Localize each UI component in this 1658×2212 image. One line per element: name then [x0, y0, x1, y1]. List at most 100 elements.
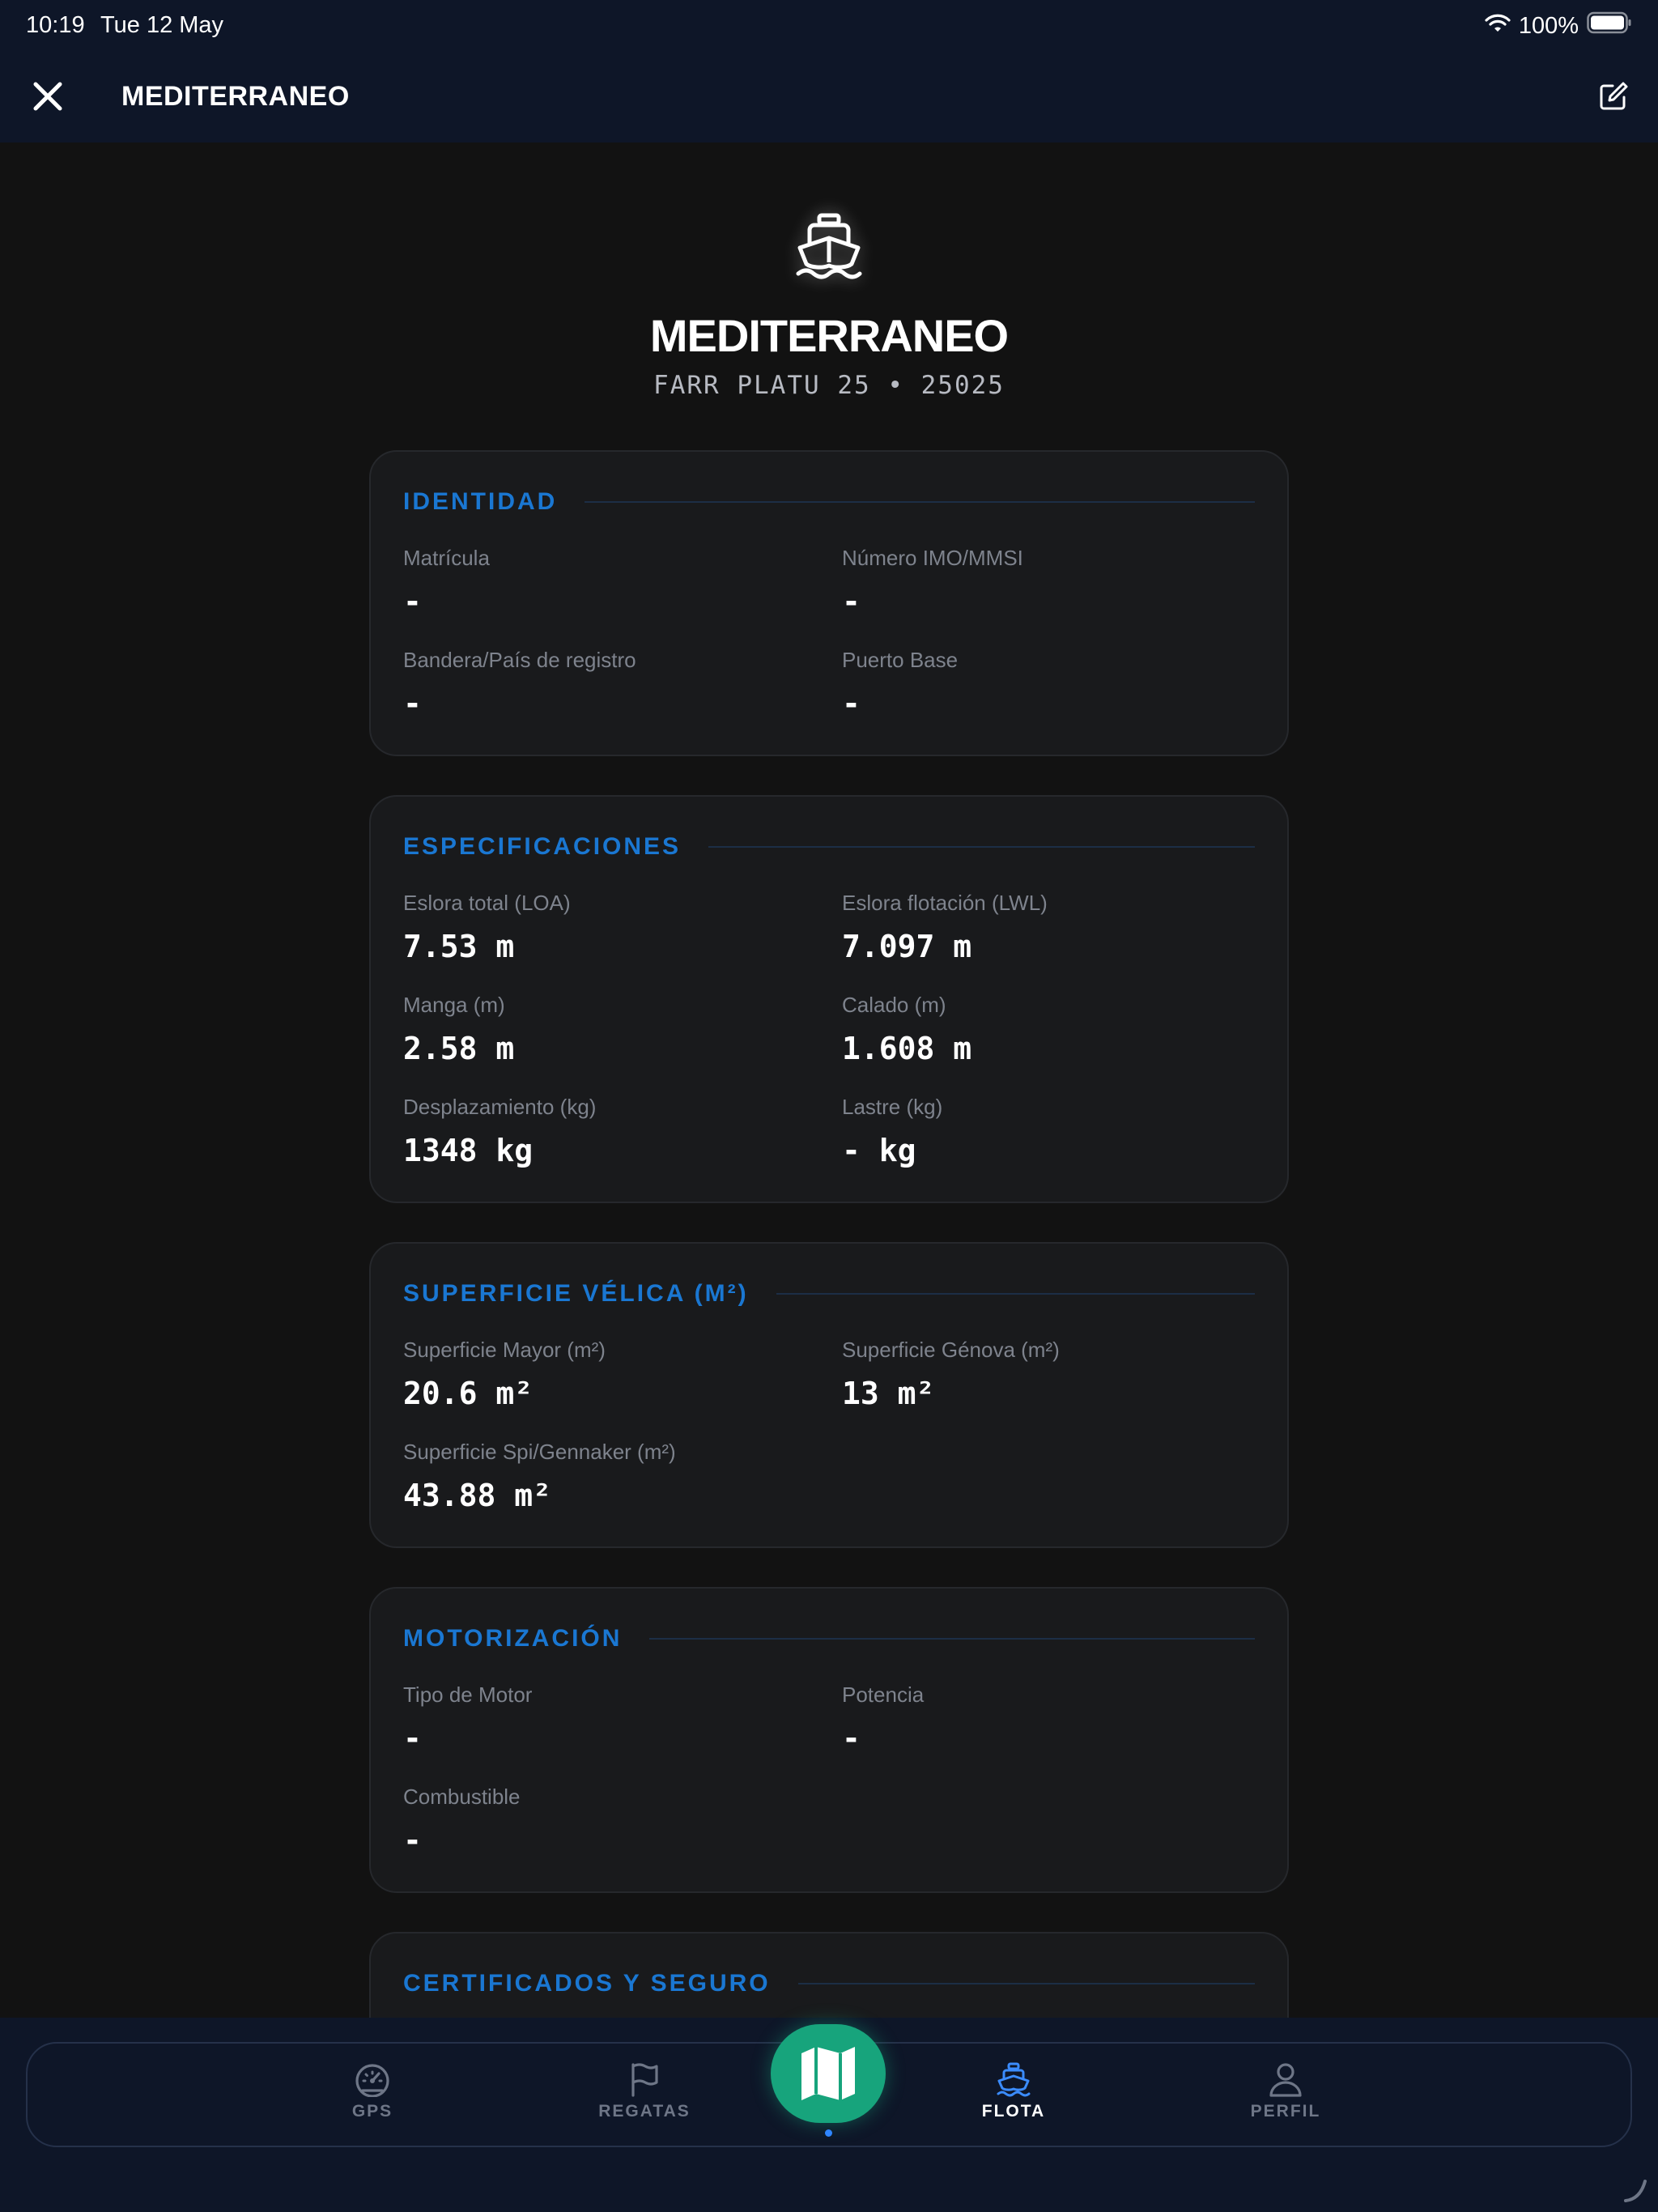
- ship-icon: [997, 2062, 1031, 2097]
- field-value: 43.88 m²: [403, 1478, 552, 1513]
- card-identidad: IDENTIDAD Matrícula - Número IMO/MMSI - …: [369, 450, 1289, 756]
- field-value: 7.53 m: [403, 929, 515, 964]
- field-loa: Eslora total (LOA) 7.53 m: [403, 891, 808, 964]
- divider: [708, 846, 1255, 848]
- tab-label: REGATAS: [598, 2102, 691, 2121]
- divider: [797, 1983, 1255, 1984]
- battery-icon: [1587, 11, 1632, 40]
- field-puerto-base: Puerto Base -: [842, 648, 1247, 721]
- boat-detail-content[interactable]: MEDITERRANEO FARR PLATU 25 • 25025 IDENT…: [0, 143, 1658, 2018]
- field-value: - kg: [842, 1133, 916, 1168]
- field-value: -: [842, 584, 861, 619]
- field-lastre: Lastre (kg) - kg: [842, 1095, 1247, 1168]
- tab-perfil[interactable]: PERFIL: [1205, 2061, 1367, 2121]
- status-bar: 10:19 Tue 12 May 100%: [0, 0, 1658, 50]
- card-especificaciones: ESPECIFICACIONES Eslora total (LOA) 7.53…: [369, 795, 1289, 1203]
- divider: [776, 1293, 1255, 1295]
- card-header: MOTORIZACIÓN: [403, 1623, 1255, 1655]
- active-indicator-dot: [825, 2129, 832, 2137]
- field-combustible: Combustible -: [403, 1784, 808, 1858]
- field-value: -: [403, 1823, 422, 1858]
- field-label: Eslora flotación (LWL): [842, 891, 1048, 915]
- field-label: Combustible: [403, 1784, 521, 1809]
- status-indicators: 100%: [1485, 11, 1632, 40]
- field-value: -: [403, 686, 422, 721]
- section-title: SUPERFICIE VÉLICA (M²): [403, 1280, 749, 1307]
- flag-icon: [631, 2063, 658, 2097]
- field-label: Superficie Spi/Gennaker (m²): [403, 1440, 676, 1464]
- gauge-icon: [355, 2064, 389, 2097]
- close-button[interactable]: [31, 79, 65, 113]
- nav-bar: MEDITERRANEO: [0, 50, 1658, 143]
- field-manga: Manga (m) 2.58 m: [403, 993, 808, 1066]
- ship-icon: [789, 204, 869, 285]
- field-value: 7.097 m: [842, 929, 972, 964]
- section-title: ESPECIFICACIONES: [403, 833, 682, 860]
- field-matricula: Matrícula -: [403, 546, 808, 619]
- field-label: Bandera/País de registro: [403, 648, 636, 672]
- field-calado: Calado (m) 1.608 m: [842, 993, 1247, 1066]
- field-imo-mmsi: Número IMO/MMSI -: [842, 546, 1247, 619]
- field-label: Número IMO/MMSI: [842, 546, 1023, 570]
- boat-name: MEDITERRANEO: [649, 310, 1009, 361]
- field-potencia: Potencia -: [842, 1682, 1247, 1756]
- field-label: Lastre (kg): [842, 1095, 943, 1119]
- field-value: 1348 kg: [403, 1133, 534, 1168]
- nav-title: MEDITERRANEO: [121, 81, 350, 112]
- tab-label: PERFIL: [1250, 2102, 1321, 2121]
- field-superficie-genova: Superficie Génova (m²) 13 m²: [842, 1338, 1247, 1411]
- tab-regatas[interactable]: REGATAS: [563, 2061, 725, 2121]
- card-header: SUPERFICIE VÉLICA (M²): [403, 1278, 1255, 1310]
- card-header: ESPECIFICACIONES: [403, 831, 1255, 863]
- card-header: IDENTIDAD: [403, 486, 1255, 518]
- field-tipo-motor: Tipo de Motor -: [403, 1682, 808, 1756]
- field-label: Eslora total (LOA): [403, 891, 571, 915]
- divider: [649, 1638, 1255, 1640]
- field-label: Desplazamiento (kg): [403, 1095, 597, 1119]
- field-superficie-mayor: Superficie Mayor (m²) 20.6 m²: [403, 1338, 808, 1411]
- section-title: MOTORIZACIÓN: [403, 1625, 623, 1652]
- field-label: Puerto Base: [842, 648, 959, 672]
- resize-handle: [1622, 2178, 1648, 2204]
- edit-icon: [1600, 82, 1628, 110]
- field-superficie-spi: Superficie Spi/Gennaker (m²) 43.88 m²: [403, 1440, 808, 1513]
- field-bandera: Bandera/País de registro -: [403, 648, 808, 721]
- edit-button[interactable]: [1596, 79, 1630, 113]
- field-label: Superficie Génova (m²): [842, 1338, 1060, 1362]
- field-value: 2.58 m: [403, 1031, 515, 1066]
- close-icon: [33, 82, 62, 111]
- section-title: CERTIFICADOS Y SEGURO: [403, 1970, 771, 1997]
- tab-gps[interactable]: GPS: [291, 2061, 453, 2121]
- map-icon: [801, 2047, 855, 2100]
- section-title: IDENTIDAD: [403, 488, 558, 515]
- field-value: 13 m²: [842, 1376, 935, 1411]
- field-desplazamiento: Desplazamiento (kg) 1348 kg: [403, 1095, 808, 1168]
- field-label: Tipo de Motor: [403, 1682, 533, 1707]
- divider: [585, 501, 1255, 503]
- tab-label: GPS: [351, 2102, 393, 2121]
- card-superficie-velica: SUPERFICIE VÉLICA (M²) Superficie Mayor …: [369, 1242, 1289, 1548]
- tab-label: FLOTA: [981, 2102, 1046, 2121]
- field-value: -: [403, 1721, 422, 1756]
- status-time: 10:19: [26, 12, 85, 38]
- field-label: Superficie Mayor (m²): [403, 1338, 606, 1362]
- field-value: -: [842, 686, 861, 721]
- field-value: -: [842, 1721, 861, 1756]
- battery-percent: 100%: [1518, 12, 1579, 39]
- map-button[interactable]: [771, 2024, 886, 2123]
- field-lwl: Eslora flotación (LWL) 7.097 m: [842, 891, 1247, 964]
- card-certificados: CERTIFICADOS Y SEGURO: [369, 1932, 1289, 2018]
- field-value: 1.608 m: [842, 1031, 972, 1066]
- field-label: Calado (m): [842, 993, 946, 1017]
- card-header: CERTIFICADOS Y SEGURO: [403, 1967, 1255, 2000]
- status-date: Tue 12 May: [100, 12, 224, 38]
- field-label: Manga (m): [403, 993, 505, 1017]
- card-motorizacion: MOTORIZACIÓN Tipo de Motor - Potencia - …: [369, 1587, 1289, 1893]
- wifi-icon: [1485, 13, 1511, 40]
- field-value: -: [403, 584, 422, 619]
- field-label: Matrícula: [403, 546, 490, 570]
- tab-flota[interactable]: FLOTA: [933, 2061, 1095, 2121]
- field-value: 20.6 m²: [403, 1376, 534, 1411]
- boat-subtitle: FARR PLATU 25 • 25025: [653, 371, 1005, 400]
- user-icon: [1269, 2063, 1302, 2097]
